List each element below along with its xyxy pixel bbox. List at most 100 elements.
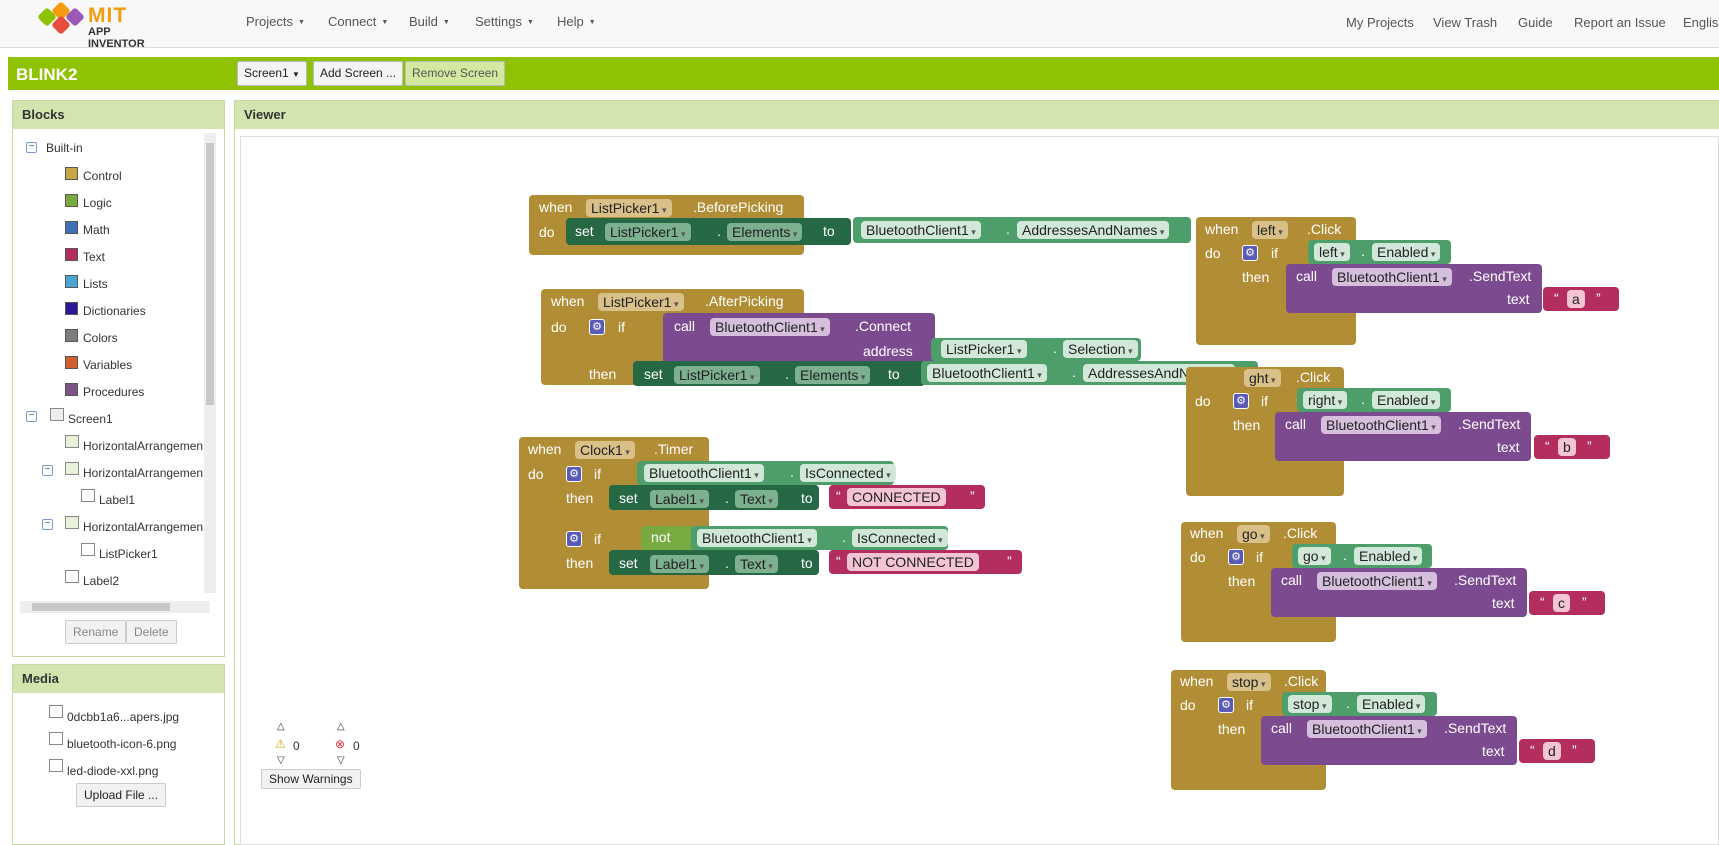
component-dropdown[interactable]: BluetoothClient1 bbox=[644, 464, 764, 482]
tree-builtin[interactable]: Built-in bbox=[46, 141, 83, 155]
text-literal-value[interactable]: d bbox=[1543, 742, 1561, 760]
property-dropdown[interactable]: Enabled bbox=[1354, 547, 1423, 565]
component-label2[interactable]: Label2 bbox=[83, 574, 119, 588]
property-dropdown[interactable]: Enabled bbox=[1357, 695, 1426, 713]
property-dropdown[interactable]: AddressesAndNames bbox=[1017, 221, 1170, 239]
mutator-gear-icon[interactable]: ⚙ bbox=[1233, 393, 1249, 409]
component-dropdown[interactable]: BluetoothClient1 bbox=[1307, 720, 1427, 738]
app-inventor-logo[interactable]: MIT APP INVENTOR bbox=[36, 1, 166, 50]
link-view-trash[interactable]: View Trash bbox=[1433, 15, 1497, 30]
component-label1[interactable]: Label1 bbox=[99, 493, 135, 507]
drawer-math[interactable]: Math bbox=[83, 223, 110, 237]
collapse-ha2-toggle[interactable]: − bbox=[42, 465, 53, 476]
component-dropdown[interactable]: Clock1 bbox=[575, 441, 635, 459]
component-dropdown[interactable]: ListPicker1 bbox=[941, 340, 1027, 358]
component-dropdown[interactable]: stop bbox=[1227, 673, 1271, 691]
property-dropdown[interactable]: Enabled bbox=[1372, 243, 1441, 261]
warning-prev-arrow-icon[interactable]: △ bbox=[277, 721, 285, 732]
warning-next-arrow-icon[interactable]: ▽ bbox=[277, 755, 285, 766]
property-dropdown[interactable]: Elements bbox=[795, 366, 871, 384]
component-dropdown[interactable]: Label1 bbox=[650, 555, 710, 573]
component-dropdown[interactable]: left bbox=[1252, 221, 1288, 239]
property-dropdown[interactable]: IsConnected bbox=[800, 464, 896, 482]
property-dropdown[interactable]: Text bbox=[735, 555, 778, 573]
drawer-procedures[interactable]: Procedures bbox=[83, 385, 144, 399]
remove-screen-button[interactable]: Remove Screen bbox=[405, 61, 506, 86]
component-dropdown[interactable]: BluetoothClient1 bbox=[861, 221, 981, 239]
drawer-control[interactable]: Control bbox=[83, 169, 122, 183]
drawer-text[interactable]: Text bbox=[83, 250, 105, 264]
component-dropdown[interactable]: BluetoothClient1 bbox=[927, 364, 1047, 382]
component-dropdown[interactable]: left bbox=[1314, 243, 1350, 261]
component-dropdown[interactable]: go bbox=[1298, 547, 1331, 565]
blocks-tree-scrollbar[interactable] bbox=[204, 133, 216, 593]
component-dropdown[interactable]: BluetoothClient1 bbox=[1321, 416, 1441, 434]
link-guide[interactable]: Guide bbox=[1518, 15, 1553, 30]
collapse-ha3-toggle[interactable]: − bbox=[42, 519, 53, 530]
component-dropdown[interactable]: ListPicker1 bbox=[598, 293, 684, 311]
menu-projects[interactable]: Projects ▼ bbox=[246, 14, 305, 29]
text-literal-value[interactable]: c bbox=[1553, 594, 1570, 612]
media-file[interactable]: bluetooth-icon-6.png bbox=[67, 737, 176, 751]
component-dropdown[interactable]: ght bbox=[1244, 369, 1281, 387]
mutator-gear-icon[interactable]: ⚙ bbox=[566, 466, 582, 482]
media-file[interactable]: led-diode-xxl.png bbox=[67, 764, 158, 778]
drawer-dictionaries[interactable]: Dictionaries bbox=[83, 304, 146, 318]
link-report-issue[interactable]: Report an Issue bbox=[1574, 15, 1666, 30]
component-dropdown[interactable]: ListPicker1 bbox=[586, 199, 672, 217]
drawer-logic[interactable]: Logic bbox=[83, 196, 112, 210]
menu-settings[interactable]: Settings ▼ bbox=[475, 14, 534, 29]
rename-button[interactable]: Rename bbox=[65, 620, 127, 644]
menu-build[interactable]: Build ▼ bbox=[409, 14, 450, 29]
component-dropdown[interactable]: stop bbox=[1288, 695, 1332, 713]
upload-file-button[interactable]: Upload File ... bbox=[76, 783, 167, 807]
property-dropdown[interactable]: IsConnected bbox=[852, 529, 948, 547]
blocks-workspace[interactable]: when ListPicker1 .BeforePicking do set L… bbox=[240, 136, 1719, 845]
component-dropdown[interactable]: ListPicker1 bbox=[605, 223, 691, 241]
component-horizontal-arrangement-1[interactable]: HorizontalArrangemen bbox=[83, 439, 203, 453]
component-horizontal-arrangement-3[interactable]: HorizontalArrangemen bbox=[83, 520, 203, 534]
component-dropdown[interactable]: ListPicker1 bbox=[674, 366, 760, 384]
set-label-text-block[interactable] bbox=[609, 485, 819, 510]
link-my-projects[interactable]: My Projects bbox=[1346, 15, 1414, 30]
component-dropdown[interactable]: BluetoothClient1 bbox=[710, 318, 830, 336]
component-listpicker1[interactable]: ListPicker1 bbox=[99, 547, 158, 561]
drawer-colors[interactable]: Colors bbox=[83, 331, 118, 345]
screen-select[interactable]: Screen1 ▼ bbox=[237, 61, 307, 86]
drawer-variables[interactable]: Variables bbox=[83, 358, 132, 372]
property-dropdown[interactable]: Selection bbox=[1063, 340, 1138, 358]
collapse-screen1-toggle[interactable]: − bbox=[26, 411, 37, 422]
mutator-gear-icon[interactable]: ⚙ bbox=[1242, 245, 1258, 261]
component-horizontal-arrangement-2[interactable]: HorizontalArrangemen bbox=[83, 466, 203, 480]
component-dropdown[interactable]: Label1 bbox=[650, 490, 710, 508]
language-select[interactable]: English bbox=[1683, 15, 1719, 30]
menu-connect[interactable]: Connect ▼ bbox=[328, 14, 388, 29]
error-next-arrow-icon[interactable]: ▽ bbox=[337, 755, 345, 766]
component-dropdown[interactable]: BluetoothClient1 bbox=[1317, 572, 1437, 590]
property-dropdown[interactable]: Text bbox=[735, 490, 778, 508]
add-screen-button[interactable]: Add Screen ... bbox=[313, 61, 404, 86]
component-screen1[interactable]: Screen1 bbox=[68, 412, 113, 426]
blocks-tree-hscrollbar[interactable] bbox=[20, 601, 210, 613]
media-file[interactable]: 0dcbb1a6...apers.jpg bbox=[67, 710, 179, 724]
component-dropdown[interactable]: right bbox=[1303, 391, 1348, 409]
text-literal-value[interactable]: b bbox=[1558, 438, 1576, 456]
component-dropdown[interactable]: BluetoothClient1 bbox=[697, 529, 817, 547]
text-literal-value[interactable]: a bbox=[1567, 290, 1585, 308]
mutator-gear-icon[interactable]: ⚙ bbox=[566, 531, 582, 547]
mutator-gear-icon[interactable]: ⚙ bbox=[1218, 697, 1234, 713]
error-prev-arrow-icon[interactable]: △ bbox=[337, 721, 345, 732]
mutator-gear-icon[interactable]: ⚙ bbox=[589, 319, 605, 335]
collapse-builtin-toggle[interactable]: − bbox=[26, 142, 37, 153]
text-literal-value[interactable]: CONNECTED bbox=[847, 488, 946, 506]
component-dropdown[interactable]: go bbox=[1237, 525, 1270, 543]
text-literal-value[interactable]: NOT CONNECTED bbox=[847, 553, 979, 571]
property-dropdown[interactable]: Enabled bbox=[1372, 391, 1441, 409]
delete-button[interactable]: Delete bbox=[126, 620, 177, 644]
set-label-text-block[interactable] bbox=[609, 550, 819, 575]
drawer-lists[interactable]: Lists bbox=[83, 277, 108, 291]
component-dropdown[interactable]: BluetoothClient1 bbox=[1332, 268, 1452, 286]
mutator-gear-icon[interactable]: ⚙ bbox=[1228, 549, 1244, 565]
show-warnings-button[interactable]: Show Warnings bbox=[261, 769, 361, 789]
menu-help[interactable]: Help ▼ bbox=[557, 14, 596, 29]
